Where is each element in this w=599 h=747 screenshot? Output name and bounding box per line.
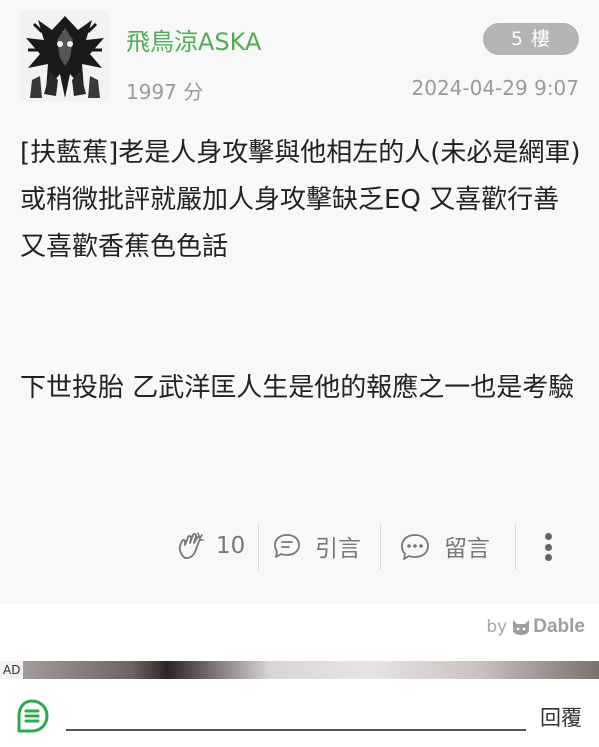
comment-label: 留言 (444, 536, 490, 562)
like-button[interactable]: 10 (176, 520, 245, 572)
content-paragraph: [扶藍蕉]老是人身攻擊與他相左的人(未必是網軍)或稍微批評就嚴加人身攻擊缺乏EQ… (20, 138, 581, 262)
post-actions: 10 引言 留言 (0, 520, 599, 572)
ad-banner-image[interactable] (0, 661, 599, 679)
action-divider (258, 524, 259, 570)
action-divider (515, 524, 516, 570)
clap-hands-icon (178, 532, 204, 559)
content-paragraph: 下世投胎 乙武洋匡人生是他的報應之一也是考驗 (20, 373, 575, 403)
quote-label: 引言 (315, 536, 361, 562)
comment-button[interactable]: 留言 (398, 520, 490, 572)
dable-brand: Dable (533, 616, 585, 637)
vertical-dots-icon (544, 554, 552, 561)
reply-bar: 回覆 (0, 680, 599, 747)
dable-cat-logo-icon (513, 620, 530, 635)
post-timestamp: 2024-04-29 9:07 (411, 76, 580, 100)
more-options-button[interactable] (540, 530, 556, 564)
quote-bubbles-icon (274, 534, 300, 558)
floor-badge[interactable]: 5 樓 (483, 23, 579, 55)
reply-menu-icon[interactable] (14, 698, 50, 734)
mecha-artwork-avatar-icon (20, 10, 110, 102)
dable-by-label: by (486, 617, 508, 637)
post-content: [扶藍蕉]老是人身攻擊與他相左的人(未必是網軍)或稍微批評就嚴加人身攻擊缺乏EQ… (20, 130, 582, 412)
comment-dots-icon (401, 534, 429, 560)
post-card: 飛鳥涼ASKA 1997 分 5 樓 2024-04-29 9:07 [扶藍蕉]… (0, 0, 599, 604)
dable-attribution[interactable]: by Dable (486, 616, 585, 638)
reply-button[interactable]: 回覆 (540, 702, 582, 732)
action-divider (380, 524, 381, 570)
author-avatar[interactable] (20, 10, 110, 102)
vertical-dots-icon (544, 543, 552, 551)
ad-label: AD (0, 661, 24, 679)
like-count: 10 (216, 533, 246, 559)
vertical-dots-icon (544, 533, 552, 540)
author-name[interactable]: 飛鳥涼ASKA (126, 22, 261, 57)
quote-button[interactable]: 引言 (271, 520, 361, 572)
reply-input[interactable] (66, 729, 526, 731)
author-score: 1997 分 (126, 80, 204, 104)
